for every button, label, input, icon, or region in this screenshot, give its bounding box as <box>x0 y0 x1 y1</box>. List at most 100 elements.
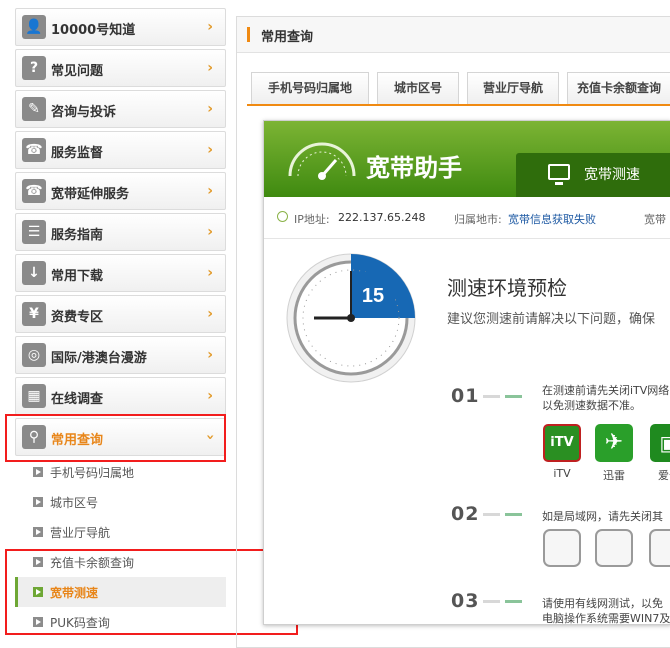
play-arrow-icon <box>33 527 43 537</box>
subitem-area-code[interactable]: 城市区号 <box>15 487 226 517</box>
sidebar-item-label: 服务指南 <box>51 228 104 243</box>
precheck-desc: 建议您测速前请解决以下问题，确保 <box>447 312 656 327</box>
ip-value: 222.137.65.248 <box>338 211 426 224</box>
sidebar-item-label: 资费专区 <box>51 310 104 325</box>
sidebar-item-broadband-ext[interactable]: ☎ 宽带延伸服务 › <box>15 172 226 210</box>
speed-test-tab-label: 宽带测速 <box>584 167 640 183</box>
sidebar-item-label: 咨询与投诉 <box>51 105 117 120</box>
laptop-icon <box>649 529 670 567</box>
subitem-label: 手机号码归属地 <box>50 466 135 480</box>
subitem-store-nav[interactable]: 营业厅导航 <box>15 517 226 547</box>
tab-card-balance[interactable]: 充值卡余额查询 <box>567 72 670 104</box>
chevron-right-icon: › <box>207 224 213 240</box>
sidebar-item-complaint[interactable]: ✎ 咨询与投诉 › <box>15 90 226 128</box>
location-icon <box>277 211 288 222</box>
step-text-line: 在测速前请先关闭iTV网络 <box>542 384 670 397</box>
sidebar-item-label: 宽带延伸服务 <box>51 187 130 202</box>
app-name: iTV <box>553 467 571 480</box>
sidebar-item-survey[interactable]: ▦ 在线调查 › <box>15 377 226 415</box>
sidebar-item-10000-knows[interactable]: 👤 10000号知道 › <box>15 8 226 46</box>
chevron-right-icon: › <box>207 101 213 117</box>
speed-test-tab[interactable]: 宽带测速 <box>516 153 670 197</box>
ip-label: IP地址: <box>294 213 330 226</box>
list-icon: ☰ <box>22 220 46 244</box>
broadband-assistant: 宽带助手 宽带测速 IP地址: 222.137.65.248 归属地市: 宽带信… <box>263 120 670 625</box>
question-icon: ? <box>22 56 46 80</box>
bandwidth-label: 宽带 <box>644 213 666 226</box>
monitor-device-icon <box>595 529 633 567</box>
play-arrow-icon <box>33 467 43 477</box>
globe-icon: ◎ <box>22 343 46 367</box>
tab-store-nav[interactable]: 营业厅导航 <box>467 72 559 104</box>
tab-mobile-location[interactable]: 手机号码归属地 <box>251 72 369 104</box>
phone-icon: ☎ <box>22 138 46 162</box>
user-icon: 👤 <box>22 15 46 39</box>
sidebar-item-download[interactable]: ↓ 常用下载 › <box>15 254 226 292</box>
subitem-label: 城市区号 <box>50 496 99 510</box>
region-label: 归属地市: <box>454 213 502 226</box>
step-text-line: 请使用有线网测试，以免 <box>542 597 663 610</box>
highlight-box-common-query <box>5 414 226 462</box>
xunlei-app-icon[interactable]: ✈ <box>595 424 633 462</box>
app-title: 宽带助手 <box>366 154 462 182</box>
chevron-right-icon: › <box>207 183 213 199</box>
subitem-label: 营业厅导航 <box>50 526 111 540</box>
precheck-heading: 测速环境预检 <box>447 276 567 300</box>
tv-box-icon <box>543 529 581 567</box>
chevron-right-icon: › <box>207 347 213 363</box>
sidebar-item-roaming[interactable]: ◎ 国际/港澳台漫游 › <box>15 336 226 374</box>
monitor-icon <box>548 164 570 185</box>
step-text-line: 如是局域网，请先关闭其 <box>542 510 663 523</box>
step-3-text: 请使用有线网测试，以免 电脑操作系统需要WIN7及 <box>542 596 670 625</box>
step-dash <box>505 600 522 603</box>
document-icon: ✎ <box>22 97 46 121</box>
phone-icon: ☎ <box>22 179 46 203</box>
download-icon: ↓ <box>22 261 46 285</box>
step-number: 03 <box>451 590 480 612</box>
step-2-text: 如是局域网，请先关闭其 <box>542 509 663 524</box>
panel-header: 常用查询 <box>237 17 670 53</box>
sidebar-item-label: 在线调查 <box>51 392 104 407</box>
app-header: 宽带助手 宽带测速 <box>264 121 670 197</box>
chevron-right-icon: › <box>207 19 213 35</box>
play-arrow-icon <box>33 497 43 507</box>
step-dash <box>505 395 522 398</box>
app-name: 爱奇 <box>658 469 670 482</box>
step-number: 02 <box>451 503 480 525</box>
sidebar-item-label: 国际/港澳台漫游 <box>51 351 147 366</box>
chevron-right-icon: › <box>207 306 213 322</box>
sidebar-item-label: 服务监督 <box>51 146 104 161</box>
sidebar-item-faq[interactable]: ? 常见问题 › <box>15 49 226 87</box>
tab-underline <box>247 104 670 106</box>
countdown-clock: 15 <box>286 253 416 383</box>
sidebar-item-label: 常用下载 <box>51 269 104 284</box>
chevron-right-icon: › <box>207 60 213 76</box>
title-accent-bar <box>247 27 250 42</box>
gift-icon: ▦ <box>22 384 46 408</box>
region-value: 宽带信息获取失败 <box>508 213 596 226</box>
step-1-text: 在测速前请先关闭iTV网络 以免测速数据不准。 <box>542 383 669 413</box>
sidebar-item-label: 10000号知道 <box>51 23 136 38</box>
itv-app-icon[interactable]: iTV <box>543 424 581 462</box>
step-number: 01 <box>451 385 480 407</box>
info-bar: IP地址: 222.137.65.248 归属地市: 宽带信息获取失败 宽带 <box>264 197 670 239</box>
chevron-right-icon: › <box>207 388 213 404</box>
app-name: 迅雷 <box>603 469 625 482</box>
countdown-number: 15 <box>362 285 384 307</box>
step-dash <box>483 600 500 603</box>
sidebar-item-tariff[interactable]: ¥ 资费专区 › <box>15 295 226 333</box>
step-text-line: 以免测速数据不准。 <box>542 399 641 412</box>
sidebar-item-label: 常见问题 <box>51 64 104 79</box>
step-dash <box>483 395 500 398</box>
money-bag-icon: ¥ <box>22 302 46 326</box>
tab-area-code[interactable]: 城市区号 <box>377 72 459 104</box>
main-panel: 常用查询 手机号码归属地 城市区号 营业厅导航 充值卡余额查询 宽带助手 宽带测… <box>236 16 670 648</box>
step-dash <box>505 513 522 516</box>
sidebar-item-guide[interactable]: ☰ 服务指南 › <box>15 213 226 251</box>
chevron-right-icon: › <box>207 142 213 158</box>
step-dash <box>483 513 500 516</box>
sidebar-item-supervision[interactable]: ☎ 服务监督 › <box>15 131 226 169</box>
chevron-right-icon: › <box>207 265 213 281</box>
step-text-line: 电脑操作系统需要WIN7及 <box>542 612 670 625</box>
iqiyi-app-icon[interactable]: ▣ <box>650 424 670 462</box>
